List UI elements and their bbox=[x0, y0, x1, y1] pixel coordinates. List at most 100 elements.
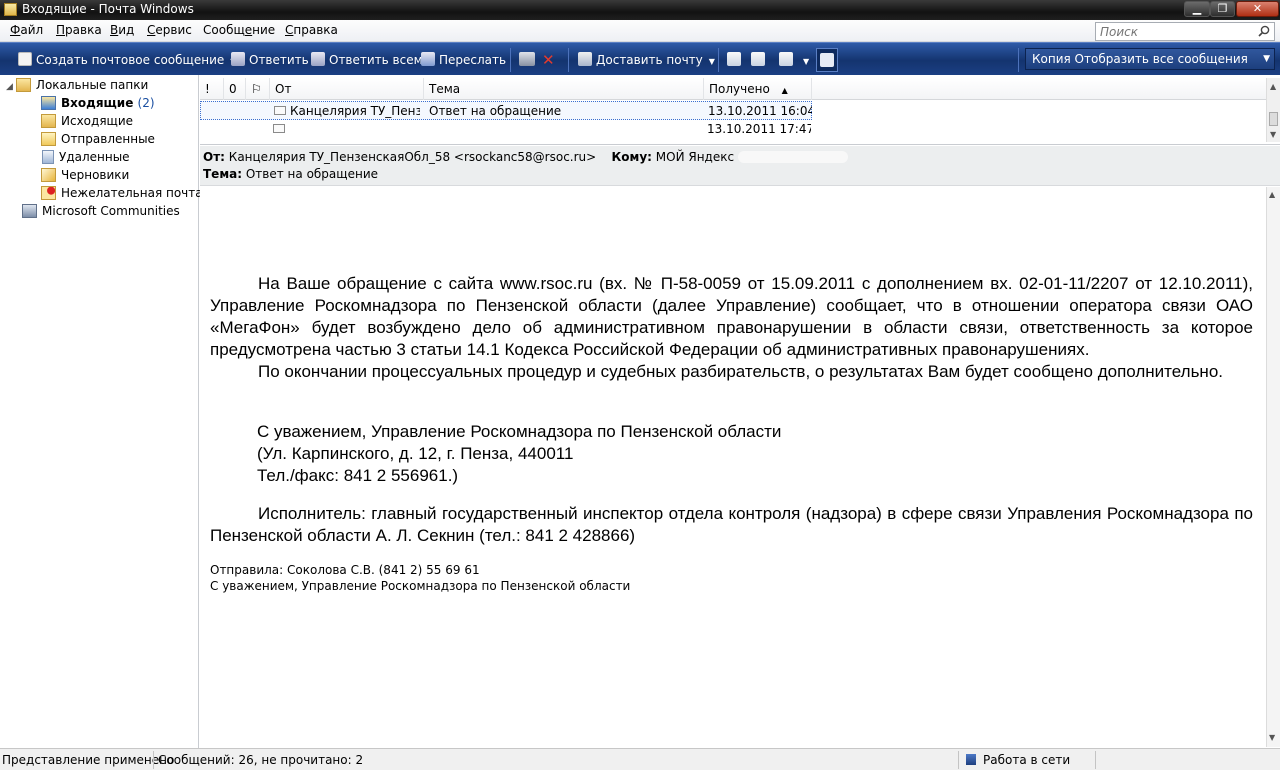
paperclip-icon: 0 bbox=[229, 82, 237, 96]
folder-microsoft-communities[interactable]: Microsoft Communities bbox=[22, 202, 180, 220]
windows-mail-icon bbox=[4, 3, 17, 16]
window-title: Входящие - Почта Windows bbox=[22, 2, 194, 16]
menu-tools[interactable]: Сервис bbox=[147, 23, 192, 37]
from-value[interactable]: Канцелярия ТУ_ПензенскаяОбл_58 <rsockanc… bbox=[229, 150, 596, 164]
message-list-header: ! 0 ⚐ От Тема Получено ▲ bbox=[200, 78, 1266, 100]
printer-icon bbox=[519, 52, 535, 66]
column-flag[interactable]: ⚐ bbox=[246, 78, 270, 100]
folder-deleted[interactable]: Удаленные bbox=[41, 148, 130, 166]
folder-junk[interactable]: Нежелательная почта bbox=[41, 184, 203, 202]
sort-ascending-icon: ▲ bbox=[781, 86, 788, 95]
to-value[interactable]: МОЙ Яндекс bbox=[656, 150, 734, 164]
message-received: 13.10.2011 16:04 bbox=[708, 104, 812, 118]
sent-icon bbox=[41, 132, 56, 146]
folder-pane: ◢ Локальные папки Входящие (2) Исходящие … bbox=[0, 75, 203, 748]
message-row[interactable]: Канцелярия ТУ_Пенз... Ответ на обращение… bbox=[200, 101, 812, 120]
body-paragraph: Исполнитель: главный государственный инс… bbox=[210, 504, 1253, 545]
subject-label: Тема: bbox=[203, 167, 243, 181]
folder-sent[interactable]: Отправленные bbox=[41, 130, 155, 148]
message-list-scrollbar[interactable]: ▲ ▼ bbox=[1266, 78, 1280, 142]
column-priority[interactable]: ! bbox=[200, 78, 224, 100]
view-select[interactable]: Копия Отобразить все сообщения ▼ bbox=[1025, 48, 1275, 70]
drafts-icon bbox=[41, 168, 56, 182]
body-paragraph: На Ваше обращение с сайта www.rsoc.ru (в… bbox=[210, 274, 1253, 359]
contacts-button[interactable] bbox=[727, 50, 745, 70]
contacts-icon bbox=[727, 52, 741, 66]
close-button[interactable]: ✕ bbox=[1236, 1, 1279, 17]
read-envelope-icon bbox=[274, 106, 286, 115]
forward-button[interactable]: Переслать bbox=[421, 50, 506, 70]
title-bar: Входящие - Почта Windows ▁ ❐ ✕ bbox=[0, 0, 1280, 20]
layout-button[interactable] bbox=[816, 48, 838, 72]
message-list: ! 0 ⚐ От Тема Получено ▲ Канцелярия ТУ_П… bbox=[200, 75, 1280, 145]
menu-message[interactable]: Сообщение bbox=[203, 23, 275, 37]
search-input[interactable] bbox=[1096, 23, 1246, 40]
chevron-down-icon[interactable]: ▼ bbox=[803, 57, 809, 66]
outbox-icon bbox=[41, 114, 56, 128]
column-from[interactable]: От bbox=[270, 78, 424, 100]
folder-local-folders[interactable]: ◢ Локальные папки bbox=[6, 76, 148, 94]
preview-from-line: От: Канцелярия ТУ_ПензенскаяОбл_58 <rsoc… bbox=[203, 150, 848, 164]
search-box[interactable] bbox=[1095, 22, 1275, 41]
scroll-thumb[interactable] bbox=[1269, 112, 1278, 126]
toolbar-separator bbox=[718, 48, 719, 72]
deliver-mail-button[interactable]: Доставить почту ▼ bbox=[578, 50, 715, 70]
calendar-icon bbox=[751, 52, 765, 66]
status-message-count: Сообщений: 26, не прочитано: 2 bbox=[158, 753, 364, 767]
folder-inbox[interactable]: Входящие (2) bbox=[41, 94, 155, 112]
reply-all-button[interactable]: Ответить всем bbox=[311, 50, 423, 70]
message-row[interactable]: 13.10.2011 17:47 bbox=[200, 120, 812, 139]
sender-note: Отправила: Соколова С.В. (841 2) 55 69 6… bbox=[210, 563, 480, 577]
calendar-button[interactable] bbox=[751, 50, 769, 70]
folder-icon bbox=[15, 78, 31, 92]
menu-file[interactable]: Файл bbox=[10, 23, 43, 37]
find-icon bbox=[779, 52, 793, 66]
preview-header: От: Канцелярия ТУ_ПензенскаяОбл_58 <rsoc… bbox=[200, 146, 1280, 186]
print-button[interactable] bbox=[519, 50, 539, 70]
new-message-icon bbox=[18, 52, 32, 66]
menu-help[interactable]: Справка bbox=[285, 23, 338, 37]
delete-button[interactable]: ✕ bbox=[542, 50, 555, 70]
message-received: 13.10.2011 17:47 bbox=[707, 122, 811, 136]
signature-phone: Тел./факс: 841 2 556961.) bbox=[257, 466, 459, 485]
folder-outbox[interactable]: Исходящие bbox=[41, 112, 133, 130]
minimize-button[interactable]: ▁ bbox=[1184, 1, 1210, 17]
status-bar: Представление применено Сообщений: 26, н… bbox=[0, 748, 1280, 770]
scroll-down-icon[interactable]: ▼ bbox=[1270, 130, 1276, 139]
unread-count: (2) bbox=[137, 96, 155, 110]
forward-icon bbox=[421, 52, 435, 66]
message-subject: Ответ на обращение bbox=[429, 104, 562, 118]
menu-edit[interactable]: Правка bbox=[56, 23, 102, 37]
toolbar-separator bbox=[1018, 48, 1019, 72]
maximize-button[interactable]: ❐ bbox=[1210, 1, 1235, 17]
folder-drafts[interactable]: Черновики bbox=[41, 166, 129, 184]
menu-view[interactable]: Вид bbox=[110, 23, 134, 37]
column-attachment[interactable]: 0 bbox=[224, 78, 246, 100]
inbox-icon bbox=[41, 96, 56, 110]
column-received[interactable]: Получено ▲ bbox=[704, 78, 812, 100]
collapse-icon[interactable]: ◢ bbox=[6, 82, 13, 92]
scroll-up-icon[interactable]: ▲ bbox=[1270, 82, 1276, 91]
scroll-down-icon[interactable]: ▼ bbox=[1269, 733, 1275, 742]
subject-value: Ответ на обращение bbox=[245, 167, 378, 181]
rsoc-link[interactable]: www.rsoc.ru bbox=[500, 274, 593, 293]
layout-icon bbox=[820, 53, 834, 67]
reply-button[interactable]: Ответить bbox=[231, 50, 309, 70]
search-icon[interactable] bbox=[1258, 25, 1270, 37]
find-button[interactable]: ▼ bbox=[779, 50, 809, 70]
create-message-button[interactable]: Создать почтовое сообщение▼ bbox=[18, 50, 236, 70]
chevron-down-icon[interactable]: ▼ bbox=[709, 57, 715, 66]
column-subject[interactable]: Тема bbox=[424, 78, 704, 100]
toolbar-separator bbox=[568, 48, 569, 72]
reply-icon bbox=[231, 52, 245, 66]
toolbar-separator bbox=[510, 48, 511, 72]
message-body: На Ваше обращение с сайта www.rsoc.ru (в… bbox=[200, 187, 1266, 747]
flag-icon: ⚐ bbox=[251, 82, 262, 96]
chevron-down-icon[interactable]: ▼ bbox=[1263, 49, 1270, 69]
body-scrollbar[interactable]: ▲ ▼ bbox=[1266, 187, 1280, 747]
signature-line: С уважением, Управление Роскомнадзора по… bbox=[257, 422, 782, 441]
from-label: От: bbox=[203, 150, 225, 164]
signature-address: (Ул. Карпинского, д. 12, г. Пенза, 44001… bbox=[257, 444, 574, 463]
read-envelope-icon bbox=[273, 124, 285, 133]
scroll-up-icon[interactable]: ▲ bbox=[1269, 190, 1275, 199]
